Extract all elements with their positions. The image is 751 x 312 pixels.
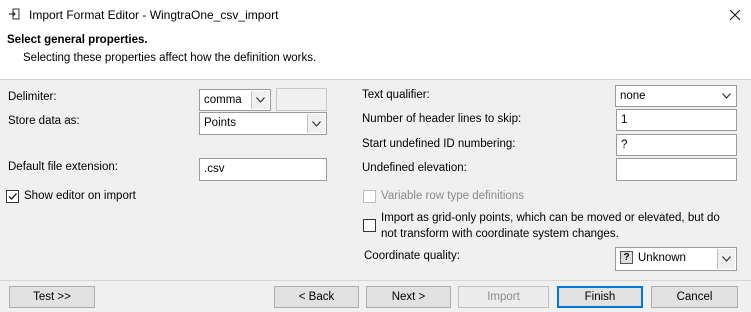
- store-data-label: Store data as:: [8, 115, 80, 127]
- question-icon: ?: [620, 251, 633, 264]
- show-editor-label: Show editor on import: [24, 190, 136, 202]
- variable-row-label: Variable row type definitions: [381, 190, 524, 202]
- store-data-value: Points: [204, 117, 236, 129]
- default-extension-label: Default file extension:: [8, 161, 118, 173]
- delimiter-dropdown[interactable]: comma: [199, 89, 271, 111]
- header-lines-label: Number of header lines to skip:: [362, 113, 522, 125]
- grid-only-label-line1: Import as grid-only points, which can be…: [381, 212, 720, 224]
- chevron-down-icon: [718, 87, 735, 105]
- cancel-button[interactable]: Cancel: [651, 286, 738, 308]
- show-editor-checkbox[interactable]: [6, 190, 19, 203]
- window-title: Import Format Editor - WingtraOne_csv_im…: [29, 8, 279, 22]
- import-format-editor-window: Import Format Editor - WingtraOne_csv_im…: [0, 0, 751, 312]
- delimiter-label: Delimiter:: [8, 91, 57, 103]
- chevron-down-icon: [307, 114, 325, 133]
- title-bar: Import Format Editor - WingtraOne_csv_im…: [0, 0, 751, 30]
- grid-only-checkbox[interactable]: [363, 219, 376, 232]
- coordinate-quality-value: Unknown: [638, 252, 686, 264]
- delimiter-value: comma: [204, 94, 242, 106]
- back-button[interactable]: < Back: [274, 286, 359, 308]
- undefined-elevation-label: Undefined elevation:: [362, 162, 467, 174]
- close-icon[interactable]: [720, 3, 750, 27]
- page-title: Select general properties.: [7, 34, 148, 46]
- finish-button[interactable]: Finish: [557, 286, 643, 308]
- store-data-dropdown[interactable]: Points: [199, 112, 327, 135]
- text-qualifier-label: Text qualifier:: [362, 89, 430, 101]
- test-button[interactable]: Test >>: [9, 286, 95, 308]
- undefined-elevation-field[interactable]: [616, 158, 737, 181]
- coordinate-quality-label: Coordinate quality:: [364, 250, 460, 262]
- next-button[interactable]: Next >: [366, 286, 451, 308]
- start-id-field[interactable]: ?: [616, 134, 737, 156]
- default-extension-field[interactable]: .csv: [199, 158, 327, 181]
- import-button: Import: [458, 286, 549, 308]
- import-arrow-icon: [8, 8, 20, 20]
- start-id-label: Start undefined ID numbering:: [362, 138, 516, 150]
- page-subtitle: Selecting these properties affect how th…: [23, 52, 317, 64]
- header-lines-field[interactable]: 1: [616, 109, 737, 131]
- text-qualifier-dropdown[interactable]: none: [615, 85, 737, 107]
- coordinate-quality-dropdown[interactable]: ? Unknown: [615, 247, 737, 271]
- chevron-down-icon: [251, 91, 269, 109]
- variable-row-checkbox: [363, 190, 376, 203]
- text-qualifier-value: none: [620, 90, 646, 102]
- delimiter-custom-field: [276, 88, 327, 111]
- chevron-down-icon: [717, 249, 735, 269]
- grid-only-label-line2: not transform with coordinate system cha…: [381, 228, 619, 240]
